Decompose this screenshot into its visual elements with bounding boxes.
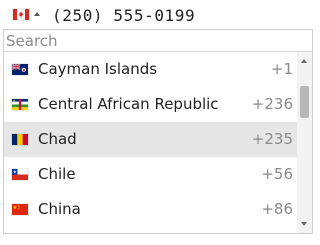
chile-flag-icon: [12, 169, 28, 180]
country-name: China: [38, 200, 81, 218]
country-dial-code: +86: [261, 200, 293, 218]
country-option-chile[interactable]: Chile +56: [4, 157, 297, 192]
country-name: Central African Republic: [38, 95, 219, 113]
country-dial-code: +1: [270, 60, 293, 78]
country-list: Cayman Islands +1 Central African Republ…: [4, 52, 297, 233]
scroll-down-arrow-icon[interactable]: [301, 222, 307, 226]
country-name: Chile: [38, 165, 76, 183]
chad-flag-icon: [12, 134, 28, 145]
phone-number-input[interactable]: [52, 3, 310, 27]
country-name: Chad: [38, 130, 77, 148]
canada-flag-icon: [13, 9, 29, 20]
country-option-chad[interactable]: Chad +235: [4, 122, 297, 157]
country-search-input[interactable]: [4, 30, 312, 52]
central-african-republic-flag-icon: [12, 99, 28, 110]
country-list-scrollbar[interactable]: [297, 52, 312, 233]
country-dropdown: Cayman Islands +1 Central African Republ…: [3, 29, 313, 234]
country-option-central-african-republic[interactable]: Central African Republic +236: [4, 87, 297, 122]
caret-up-icon: [34, 12, 40, 16]
scrollbar-thumb[interactable]: [300, 86, 309, 118]
country-name: Cayman Islands: [38, 60, 158, 78]
country-dial-code: +235: [251, 130, 293, 148]
cayman-islands-flag-icon: [12, 64, 28, 75]
country-option-china[interactable]: China +86: [4, 192, 297, 227]
country-option-cayman-islands[interactable]: Cayman Islands +1: [4, 52, 297, 87]
phone-number-field: [0, 0, 319, 30]
country-code-selector[interactable]: [9, 5, 47, 25]
china-flag-icon: [12, 204, 28, 215]
country-dial-code: +236: [251, 95, 293, 113]
country-dial-code: +56: [261, 165, 293, 183]
scroll-up-arrow-icon[interactable]: [301, 59, 307, 63]
